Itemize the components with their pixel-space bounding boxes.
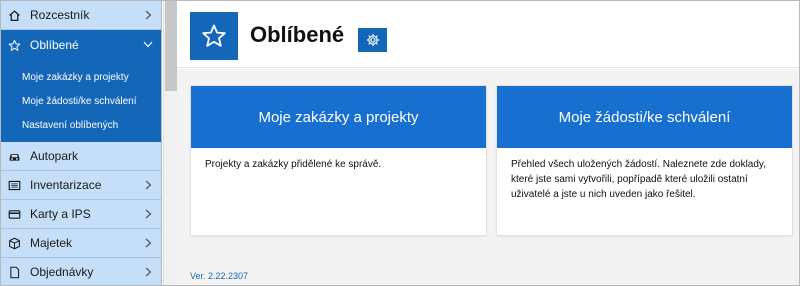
- chevron-right-icon: [143, 208, 153, 220]
- card-icon: [7, 207, 21, 221]
- card-title[interactable]: Moje zakázky a projekty: [191, 86, 486, 148]
- sidebar-item-label: Rozcestník: [30, 8, 90, 22]
- submenu-item-moje-zadosti[interactable]: Moje žádosti/ke schválení: [1, 90, 161, 114]
- sidebar-item-karty-ips[interactable]: Karty a IPS: [1, 200, 161, 229]
- gear-icon: [366, 33, 379, 47]
- submenu-oblibene: Moje zakázky a projekty Moje žádosti/ke …: [1, 60, 161, 142]
- star-icon: [202, 24, 226, 47]
- card-description: Projekty a zakázky přidělené ke správě.: [205, 159, 382, 170]
- document-icon: [7, 265, 21, 279]
- favorites-content: Moje zakázky a projekty Projekty a zakáz…: [177, 69, 799, 285]
- version-label: Ver. 2.22.2307: [190, 271, 249, 281]
- chevron-right-icon: [143, 266, 153, 278]
- sidebar-item-oblibene[interactable]: Oblíbené: [1, 30, 161, 60]
- sidebar-item-label: Autopark: [30, 149, 79, 163]
- sidebar-item-label: Oblíbené: [30, 38, 79, 52]
- sidebar-item-autopark[interactable]: Autopark: [1, 142, 161, 171]
- chevron-right-icon: [143, 237, 153, 249]
- card-description: Přehled všech uložených žádostí. Nalezne…: [511, 159, 766, 200]
- sidebar-item-label: Objednávky: [30, 265, 94, 279]
- favorite-card-zadosti[interactable]: Moje žádosti/ke schválení Přehled všech …: [497, 86, 792, 235]
- star-icon: [7, 38, 21, 52]
- sidebar-item-majetek[interactable]: Majetek: [1, 229, 161, 258]
- sidebar-item-label: Karty a IPS: [30, 207, 91, 221]
- car-icon: [7, 149, 21, 163]
- scrollbar-thumb[interactable]: [165, 1, 177, 91]
- sidebar-item-label: Majetek: [30, 236, 73, 250]
- box-icon: [7, 236, 21, 250]
- header-badge: [190, 12, 238, 60]
- chevron-right-icon: [143, 9, 153, 21]
- card-title[interactable]: Moje žádosti/ke schválení: [497, 86, 792, 148]
- page-header: Oblíbené: [177, 1, 799, 68]
- page-title: Oblíbené: [250, 22, 345, 47]
- home-icon: [7, 8, 21, 22]
- main-content: Oblíbené Moje zakázky a projekty Projekt…: [177, 1, 799, 285]
- favorites-settings-button[interactable]: [358, 28, 387, 52]
- sidebar-item-objednavky[interactable]: Objednávky: [1, 258, 161, 285]
- sidebar-item-label: Inventarizace: [30, 178, 102, 192]
- sidebar: Rozcestník Oblíbené Moje zakázky a proje…: [1, 1, 162, 285]
- submenu-item-moje-zakazky[interactable]: Moje zakázky a projekty: [1, 66, 161, 90]
- sidebar-item-inventarizace[interactable]: Inventarizace: [1, 171, 161, 200]
- submenu-item-nastaveni[interactable]: Nastavení oblíbených: [1, 114, 161, 138]
- chevron-down-icon: [143, 38, 153, 50]
- app-window: Rozcestník Oblíbené Moje zakázky a proje…: [0, 0, 800, 286]
- favorite-card-zakazky[interactable]: Moje zakázky a projekty Projekty a zakáz…: [191, 86, 486, 235]
- inventory-icon: [7, 178, 21, 192]
- chevron-right-icon: [143, 179, 153, 191]
- sidebar-item-rozcestnik[interactable]: Rozcestník: [1, 1, 161, 30]
- sidebar-scrollbar[interactable]: [163, 1, 177, 285]
